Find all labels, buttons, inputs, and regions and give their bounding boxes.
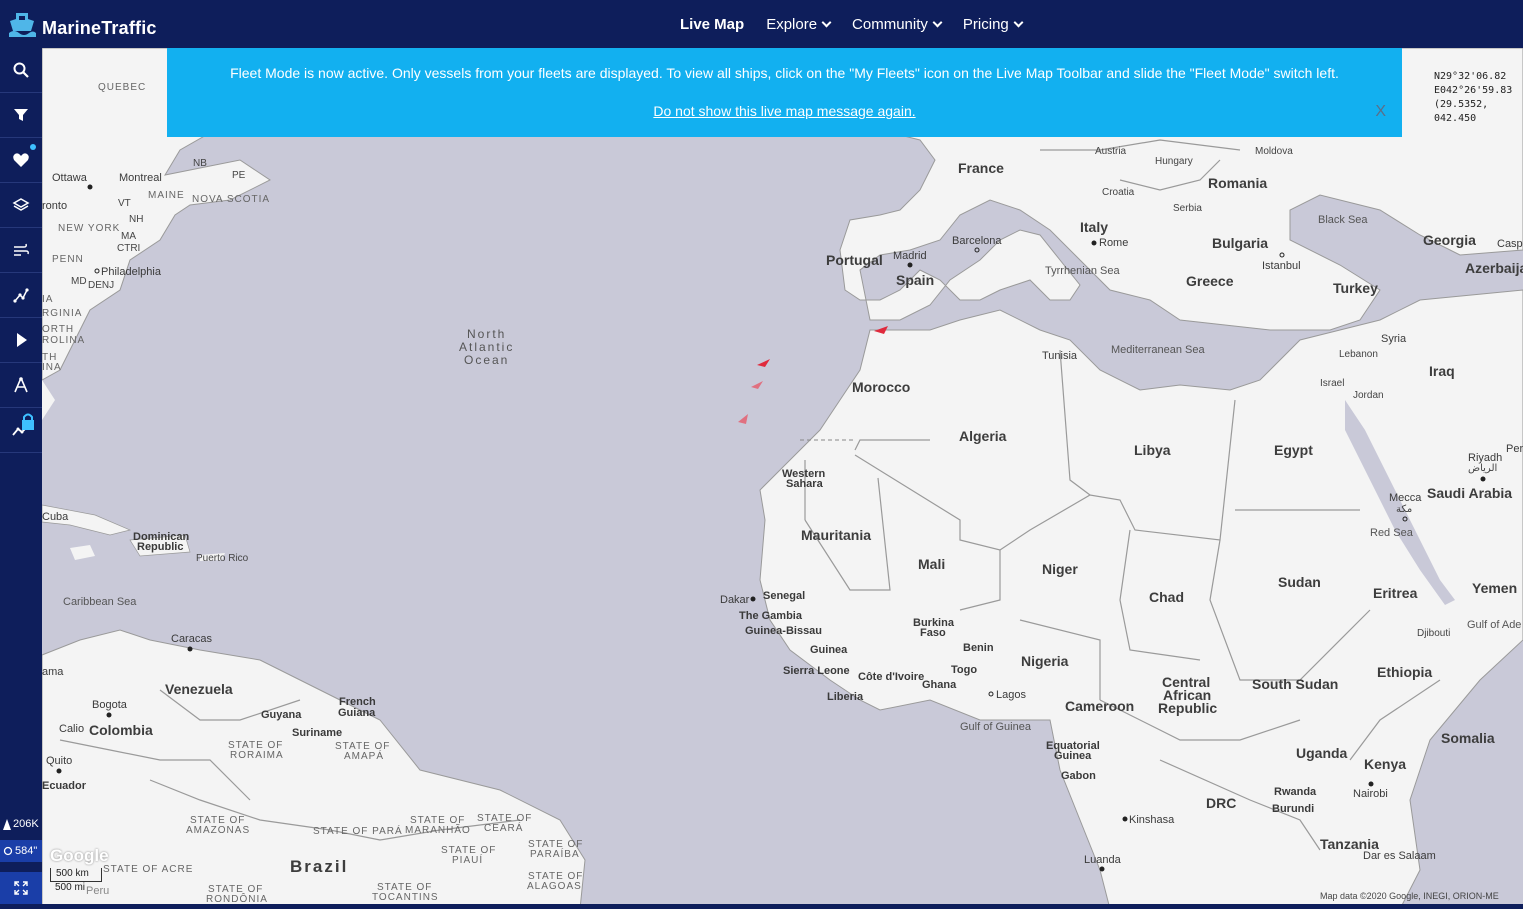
- measure-icon: [14, 377, 28, 393]
- refresh-icon: [3, 846, 13, 856]
- notification-dot: [30, 144, 36, 150]
- map-toolbar: 206K 584": [0, 48, 42, 909]
- brand-name: MarineTraffic: [42, 17, 157, 38]
- refresh-time-value: 584": [15, 845, 38, 857]
- nav-label: Explore: [766, 15, 818, 33]
- cursor-coordinates: N29°32'06.82 E042°26'59.83 (29.5352, 042…: [1434, 70, 1523, 126]
- latitude-readout: N29°32'06.82: [1434, 71, 1507, 82]
- chevron-down-icon: [1013, 17, 1024, 27]
- vessel-count-value: 206K: [13, 818, 39, 830]
- density-maps-button[interactable]: [0, 273, 42, 318]
- banner-message: Fleet Mode is now active. Only vessels f…: [230, 65, 1339, 81]
- chevron-down-icon: [821, 17, 832, 27]
- vessel-count: 206K: [0, 813, 42, 835]
- play-icon: [17, 333, 27, 347]
- nav-label: Pricing: [962, 15, 1009, 33]
- nav-label: Live Map: [680, 15, 745, 33]
- fleet-mode-banner: Fleet Mode is now active. Only vessels f…: [167, 47, 1402, 137]
- nav-explore[interactable]: Explore: [766, 15, 832, 33]
- fullscreen-icon: [14, 881, 28, 895]
- marinetraffic-app: QUEBEC NB PE Ottawa Montreal MAINE NOVA …: [0, 0, 1523, 909]
- map-attribution: Map data ©2020 Google, INEGI, ORION-ME: [1320, 891, 1499, 901]
- longitude-readout: E042°26'59.83: [1434, 85, 1513, 96]
- filter-icon: [14, 109, 28, 121]
- measure-button[interactable]: [0, 363, 42, 408]
- chevron-down-icon: [932, 17, 943, 27]
- refresh-timer[interactable]: 584": [0, 840, 42, 862]
- wind-icon: [14, 243, 29, 256]
- heart-icon: [13, 153, 29, 167]
- my-fleets-button[interactable]: [0, 138, 42, 183]
- banner-close-button[interactable]: X: [1375, 103, 1386, 121]
- filter-button[interactable]: [0, 93, 42, 138]
- top-navbar: MarineTraffic Live Map Explore Community…: [0, 0, 1523, 48]
- search-button[interactable]: [0, 48, 42, 93]
- scale-mi: 500 mi: [55, 882, 86, 893]
- nav-live-map[interactable]: Live Map: [680, 16, 744, 33]
- layers-button[interactable]: [0, 183, 42, 228]
- nav-pricing[interactable]: Pricing: [962, 15, 1024, 33]
- ship-logo-icon: [9, 13, 36, 37]
- decimal-readout: (29.5352, 042.450: [1434, 99, 1489, 124]
- weather-button[interactable]: [0, 228, 42, 273]
- google-logo: Google: [50, 846, 109, 865]
- analytics-button[interactable]: [0, 408, 42, 453]
- layers-icon: [12, 198, 30, 211]
- nav-label: Community: [852, 15, 928, 33]
- ship-icon: [3, 818, 11, 830]
- nav-community[interactable]: Community: [852, 15, 943, 33]
- brand-logo[interactable]: MarineTraffic: [6, 8, 157, 42]
- search-icon: [13, 62, 29, 78]
- playback-button[interactable]: [0, 318, 42, 363]
- fullscreen-button[interactable]: [0, 872, 42, 904]
- bottom-bar: [0, 904, 1523, 909]
- density-icon: [13, 288, 29, 303]
- map-scale: 500 km 500 mi: [50, 868, 102, 893]
- dismiss-message-link[interactable]: Do not show this live map message again.: [167, 103, 1402, 119]
- scale-km: 500 km: [50, 868, 102, 882]
- main-nav: Live Map Explore Community Pricing: [680, 0, 1044, 48]
- lock-icon: [22, 413, 34, 430]
